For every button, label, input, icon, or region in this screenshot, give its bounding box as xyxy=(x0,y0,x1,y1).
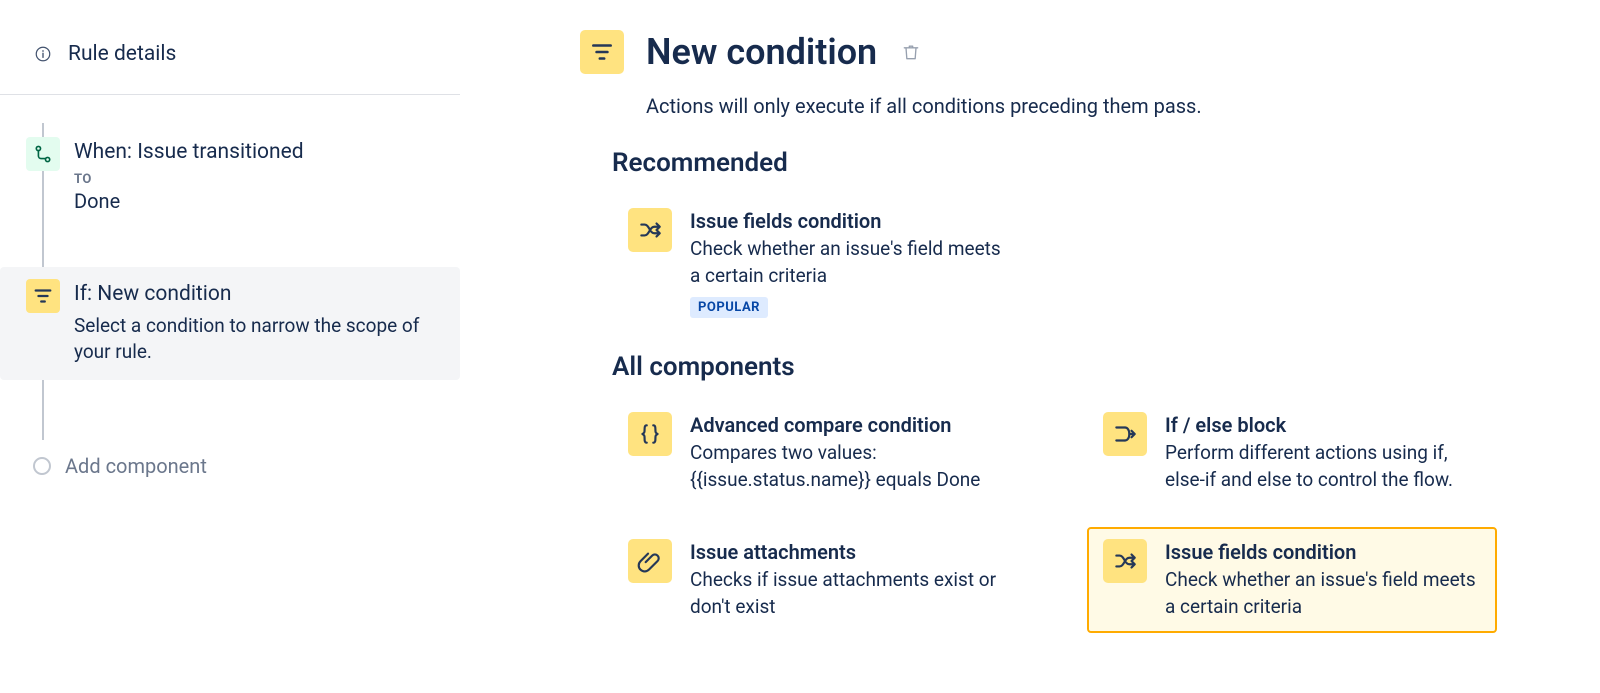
add-component-row[interactable]: Add component xyxy=(0,440,460,492)
add-component-dot-icon xyxy=(33,457,51,475)
condition-step-desc: Select a condition to narrow the scope o… xyxy=(74,313,440,366)
page-subtitle: Actions will only execute if all conditi… xyxy=(646,94,1540,118)
trigger-meta-label: TO xyxy=(74,172,440,187)
all-components-section: All components Advanced compare conditio… xyxy=(612,352,1540,632)
shuffle-icon xyxy=(628,208,672,252)
component-card-title: Issue fields condition xyxy=(1165,539,1481,565)
component-card[interactable]: Issue fields conditionCheck whether an i… xyxy=(612,196,1022,330)
rule-details-label: Rule details xyxy=(68,42,176,66)
recommended-section: Recommended Issue fields conditionCheck … xyxy=(612,148,1540,330)
delete-icon[interactable] xyxy=(901,42,921,62)
trigger-title: When: Issue transitioned xyxy=(74,139,440,166)
component-card-title: If / else block xyxy=(1165,412,1481,438)
condition-step-title: If: New condition xyxy=(74,281,440,308)
trigger-step[interactable]: When: Issue transitioned TO Done xyxy=(0,125,460,227)
page-title: New condition xyxy=(646,31,877,73)
component-card[interactable]: Issue attachmentsChecks if issue attachm… xyxy=(612,527,1022,632)
branch-icon xyxy=(1103,412,1147,456)
component-card[interactable]: If / else blockPerform different actions… xyxy=(1087,400,1497,505)
component-card[interactable]: Issue fields conditionCheck whether an i… xyxy=(1087,527,1497,632)
component-card-desc: Perform different actions using if, else… xyxy=(1165,440,1481,493)
component-card-desc: Check whether an issue's field meets a c… xyxy=(690,236,1006,289)
component-card-desc: Checks if issue attachments exist or don… xyxy=(690,567,1006,620)
chain-connector-line xyxy=(42,380,44,440)
rule-sidebar: Rule details When: Issue transitioned TO… xyxy=(0,0,460,693)
component-card[interactable]: Advanced compare conditionCompares two v… xyxy=(612,400,1022,505)
braces-icon xyxy=(628,412,672,456)
trigger-meta-value: Done xyxy=(74,189,440,213)
filter-icon xyxy=(589,39,615,65)
all-components-heading: All components xyxy=(612,352,1540,382)
component-card-title: Issue attachments xyxy=(690,539,1006,565)
rule-details-row[interactable]: Rule details xyxy=(0,30,460,95)
main-panel: New condition Actions will only execute … xyxy=(460,0,1600,693)
condition-header-icon xyxy=(580,30,624,74)
component-card-title: Advanced compare condition xyxy=(690,412,1006,438)
recommended-heading: Recommended xyxy=(612,148,1540,178)
main-header: New condition xyxy=(580,30,1540,74)
trigger-icon xyxy=(26,137,60,171)
component-card-desc: Check whether an issue's field meets a c… xyxy=(1165,567,1481,620)
condition-step-active[interactable]: If: New condition Select a condition to … xyxy=(0,267,460,379)
attachment-icon xyxy=(628,539,672,583)
filter-icon xyxy=(32,285,54,307)
add-component-label: Add component xyxy=(65,454,207,478)
info-icon xyxy=(34,45,52,63)
popular-badge: POPULAR xyxy=(690,297,768,318)
component-card-title: Issue fields condition xyxy=(690,208,1006,234)
condition-step-icon xyxy=(26,279,60,313)
component-card-desc: Compares two values: {{issue.status.name… xyxy=(690,440,1006,493)
shuffle-icon xyxy=(1103,539,1147,583)
rule-chain: When: Issue transitioned TO Done If: New… xyxy=(0,95,460,492)
